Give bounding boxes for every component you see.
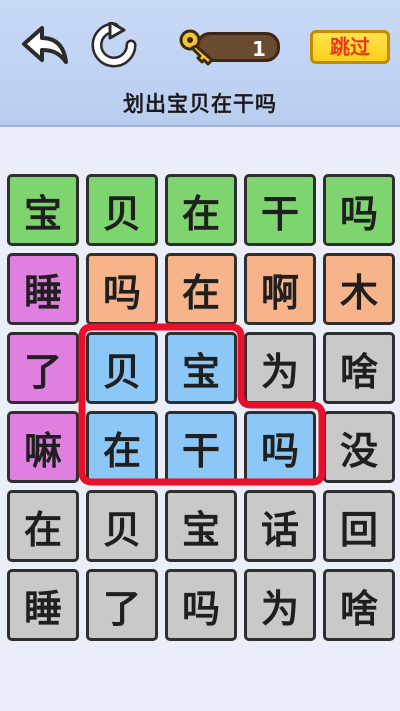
grid-cell[interactable]: 贝 [86,490,158,562]
grid-cell[interactable]: 在 [86,411,158,483]
grid-cell[interactable]: 啊 [244,253,316,325]
grid-cell[interactable]: 宝 [165,490,237,562]
grid-cell[interactable]: 回 [323,490,395,562]
grid-cell[interactable]: 吗 [323,174,395,246]
grid-cell[interactable]: 贝 [86,332,158,404]
grid-cell[interactable]: 在 [165,253,237,325]
grid-cell[interactable]: 啥 [323,569,395,641]
grid-cell[interactable]: 吗 [86,253,158,325]
grid-cell[interactable]: 在 [165,174,237,246]
grid-cell[interactable]: 干 [165,411,237,483]
grid-cell[interactable]: 嘛 [7,411,79,483]
character-grid: 宝贝在干吗睡吗在啊木了贝宝为啥嘛在干吗没在贝宝话回睡了吗为啥 [0,0,400,711]
grid-cell[interactable]: 啥 [323,332,395,404]
grid-cell[interactable]: 为 [244,569,316,641]
grid-cell[interactable]: 在 [7,490,79,562]
grid-cell[interactable]: 话 [244,490,316,562]
grid-cell[interactable]: 木 [323,253,395,325]
grid-cell[interactable]: 吗 [244,411,316,483]
grid-cell[interactable]: 为 [244,332,316,404]
grid-cell[interactable]: 贝 [86,174,158,246]
grid-cell[interactable]: 宝 [7,174,79,246]
grid-cell[interactable]: 宝 [165,332,237,404]
grid-cell[interactable]: 没 [323,411,395,483]
grid-cell[interactable]: 睡 [7,569,79,641]
grid-cell[interactable]: 干 [244,174,316,246]
grid-cell[interactable]: 睡 [7,253,79,325]
grid-cell[interactable]: 吗 [165,569,237,641]
grid-cell[interactable]: 了 [86,569,158,641]
grid-cell[interactable]: 了 [7,332,79,404]
